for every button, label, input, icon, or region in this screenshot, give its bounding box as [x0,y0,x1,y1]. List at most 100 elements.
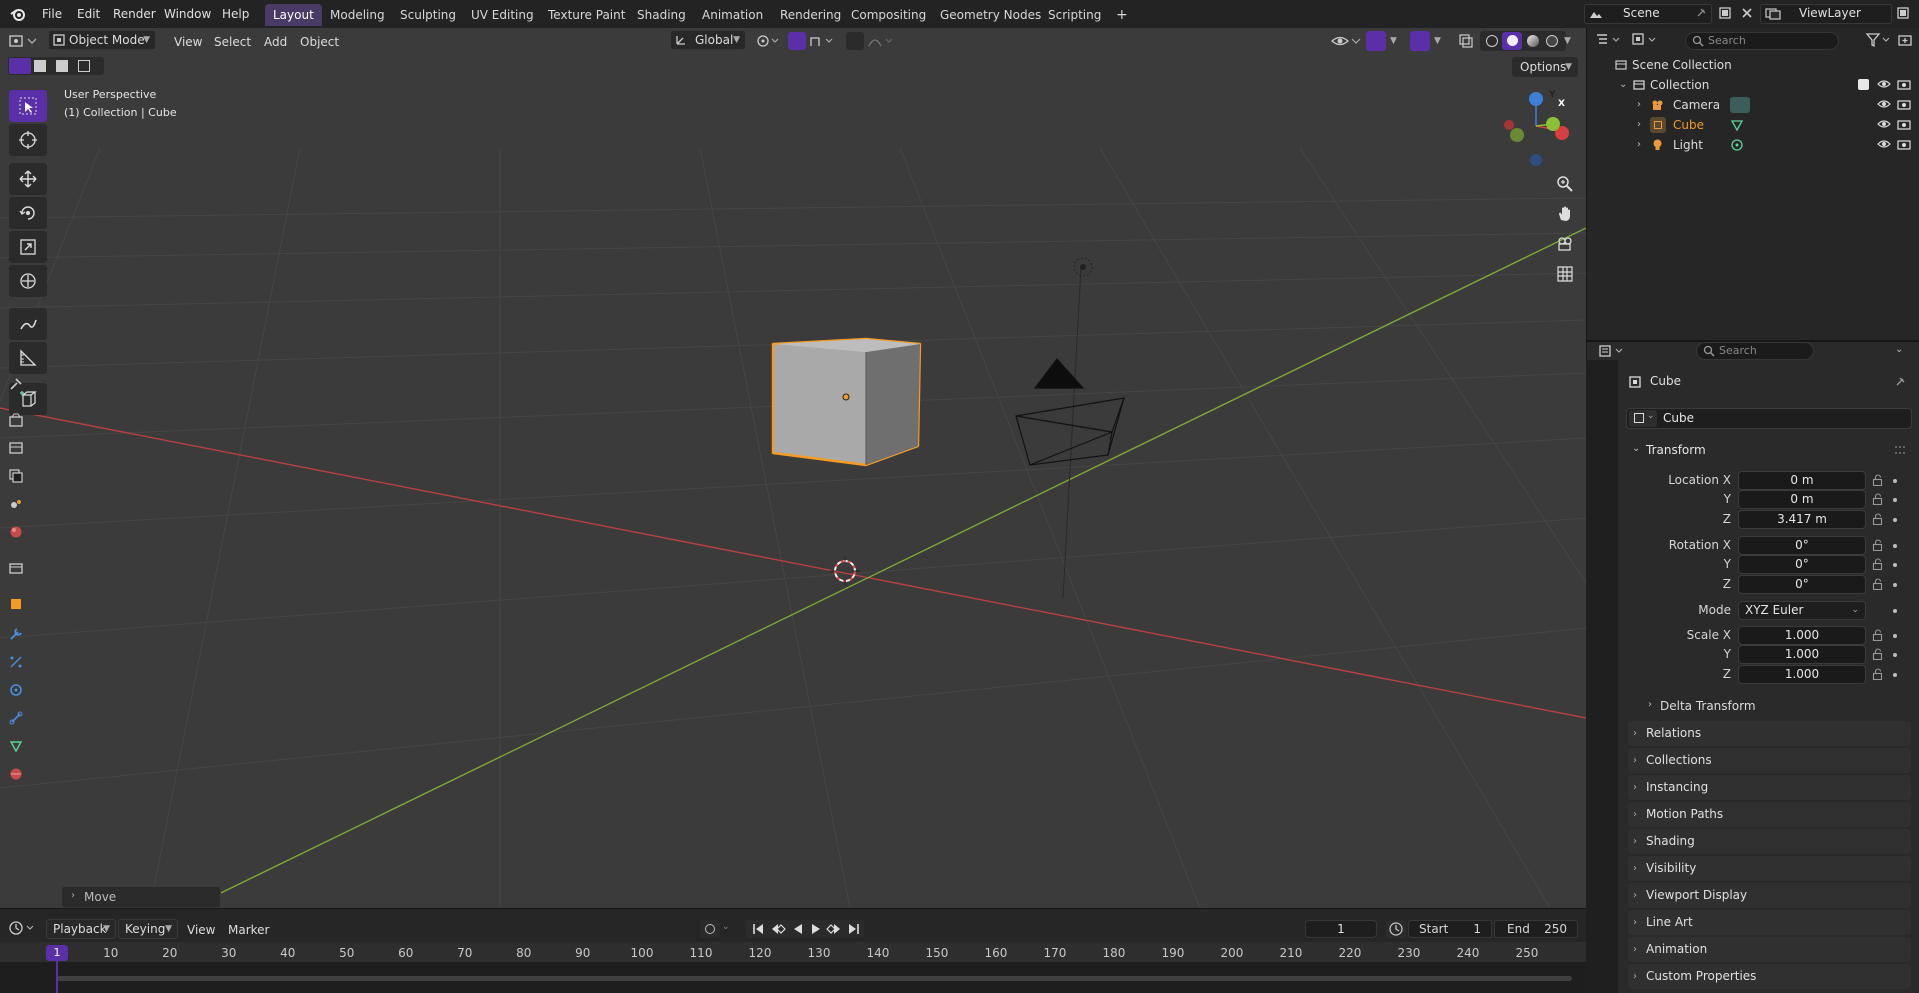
tool-tab-icon[interactable] [6,374,26,394]
tab-compositing[interactable]: Compositing [843,4,934,26]
menu-window[interactable]: Window [158,4,217,24]
gizmo-toggle-icon[interactable] [1366,31,1386,51]
new-view-layer-icon[interactable] [1896,6,1910,20]
modifier-tab-icon[interactable] [6,624,26,644]
mode-dropdown[interactable]: Object Mode ▼ [48,30,156,50]
keyframe-dot-icon[interactable] [1893,609,1897,613]
outliner-search[interactable]: Search [1685,32,1839,50]
camera-data-icon[interactable] [1730,97,1750,113]
pan-button[interactable] [1552,201,1578,227]
overlays-toggle-icon[interactable] [1410,31,1430,51]
chevron-right-icon[interactable]: › [1637,115,1641,135]
keyframe-dot-icon[interactable] [1893,479,1897,483]
keyframe-dot-icon[interactable] [1893,498,1897,502]
keying-menu[interactable]: Keying ▼ [118,919,178,939]
jump-start-icon[interactable] [752,923,764,935]
panel-instancing[interactable]: › Instancing [1628,775,1911,800]
object-tab-icon[interactable] [6,594,26,614]
snap-toggle-icon[interactable] [788,32,806,50]
render-camera-icon[interactable] [1897,98,1911,110]
tab-sculpting[interactable]: Sculpting [392,4,464,26]
select-subtract-icon[interactable] [56,60,68,72]
properties-search[interactable]: Search [1696,342,1814,360]
timeline-editor-type-icon[interactable] [8,920,40,936]
rotation-x-field[interactable]: 0° [1738,536,1866,555]
panel-motion-paths[interactable]: › Motion Paths [1628,802,1911,827]
viewport-menu-view[interactable]: View [168,32,208,52]
keyframe-dot-icon[interactable] [1893,518,1897,522]
outliner-cube-row[interactable]: › Cube [1587,115,1919,135]
scale-y-field[interactable]: 1.000 [1738,645,1866,664]
lock-icon[interactable] [1872,668,1884,680]
prev-keyframe-icon[interactable] [770,923,786,935]
options-button[interactable]: Options ▼ [1512,57,1578,77]
editor-type-button[interactable] [8,32,42,50]
tab-animation[interactable]: Animation [694,4,771,26]
scene-tab-icon[interactable] [6,494,26,514]
new-scene-icon[interactable] [1718,6,1732,20]
panel-viewport-display[interactable]: › Viewport Display [1628,883,1911,908]
rotation-y-field[interactable]: 0° [1738,555,1866,574]
rotate-tool[interactable] [9,197,47,229]
physics-tab-icon[interactable] [6,680,26,700]
constraints-tab-icon[interactable] [6,708,26,728]
transform-panel-header[interactable]: ⌄ Transform [1628,440,1911,462]
add-workspace-button[interactable]: + [1108,4,1136,26]
scale-x-field[interactable]: 1.000 [1738,626,1866,645]
3d-viewport[interactable]: Z X Y User Perspective (1) Collection | … [0,28,1586,908]
panel-shading[interactable]: › Shading [1628,829,1911,854]
pin-icon[interactable] [1894,376,1906,388]
delete-scene-icon[interactable] [1740,6,1754,20]
use-preview-range-icon[interactable] [1386,920,1406,938]
eye-icon[interactable] [1877,78,1891,90]
location-y-field[interactable]: 0 m [1738,490,1866,509]
timeline-scrollbar[interactable] [57,976,1572,981]
transform-tool[interactable] [9,265,47,297]
select-new-icon[interactable] [9,58,31,74]
outliner-light-row[interactable]: › Light [1587,135,1919,155]
chevron-right-icon[interactable]: › [1637,135,1641,155]
render-tab-icon[interactable] [6,410,26,430]
zoom-button[interactable] [1552,171,1578,197]
rotation-z-field[interactable]: 0° [1738,575,1866,594]
chevron-down-icon[interactable]: ▼ [1434,36,1441,46]
lock-icon[interactable] [1872,578,1884,590]
wireframe-shading-icon[interactable] [1486,35,1498,47]
tab-uv-editing[interactable]: UV Editing [463,4,542,26]
pivot-point-icon[interactable] [755,33,781,49]
jump-end-icon[interactable] [848,923,860,935]
mesh-data-icon[interactable] [1730,118,1744,132]
keyframe-dot-icon[interactable] [1893,583,1897,587]
rendered-shading-icon[interactable] [1546,35,1558,47]
keyframe-dot-icon[interactable] [1893,673,1897,677]
filter-icon[interactable] [1865,32,1895,48]
start-frame-field[interactable]: Start 1 [1408,920,1492,938]
eye-icon[interactable] [1877,118,1891,130]
exclude-checkbox-icon[interactable] [1858,79,1869,90]
material-tab-icon[interactable] [6,764,26,784]
viewport-menu-object[interactable]: Object [294,32,345,52]
scale-z-field[interactable]: 1.000 [1738,665,1866,684]
chevron-down-icon[interactable]: ⌄ [1619,75,1627,95]
next-keyframe-icon[interactable] [826,923,842,935]
lock-icon[interactable] [1872,474,1884,486]
view-layer-selector[interactable]: ViewLayer [1760,4,1892,24]
outliner-scene-collection-row[interactable]: Scene Collection [1587,55,1919,75]
lock-icon[interactable] [1872,493,1884,505]
scene-name[interactable]: Scene [1623,6,1660,20]
drag-handle-icon[interactable] [1895,446,1905,454]
ortho-toggle-button[interactable] [1552,261,1578,287]
auto-keying-button[interactable] [700,920,720,938]
playhead[interactable]: 1 [46,945,68,961]
new-collection-icon[interactable] [1897,32,1913,48]
location-z-field[interactable]: 3.417 m [1738,510,1866,529]
eye-icon[interactable] [1877,138,1891,150]
xray-toggle-icon[interactable] [1458,33,1474,49]
pin-icon[interactable] [1695,7,1707,19]
chevron-down-icon[interactable]: ⌄ [722,922,730,932]
outliner-collection-row[interactable]: ⌄ Collection [1587,75,1919,95]
cube-object[interactable] [771,337,922,467]
panel-visibility[interactable]: › Visibility [1628,856,1911,881]
menu-file[interactable]: File [36,4,68,24]
chevron-right-icon[interactable]: › [1637,95,1641,115]
